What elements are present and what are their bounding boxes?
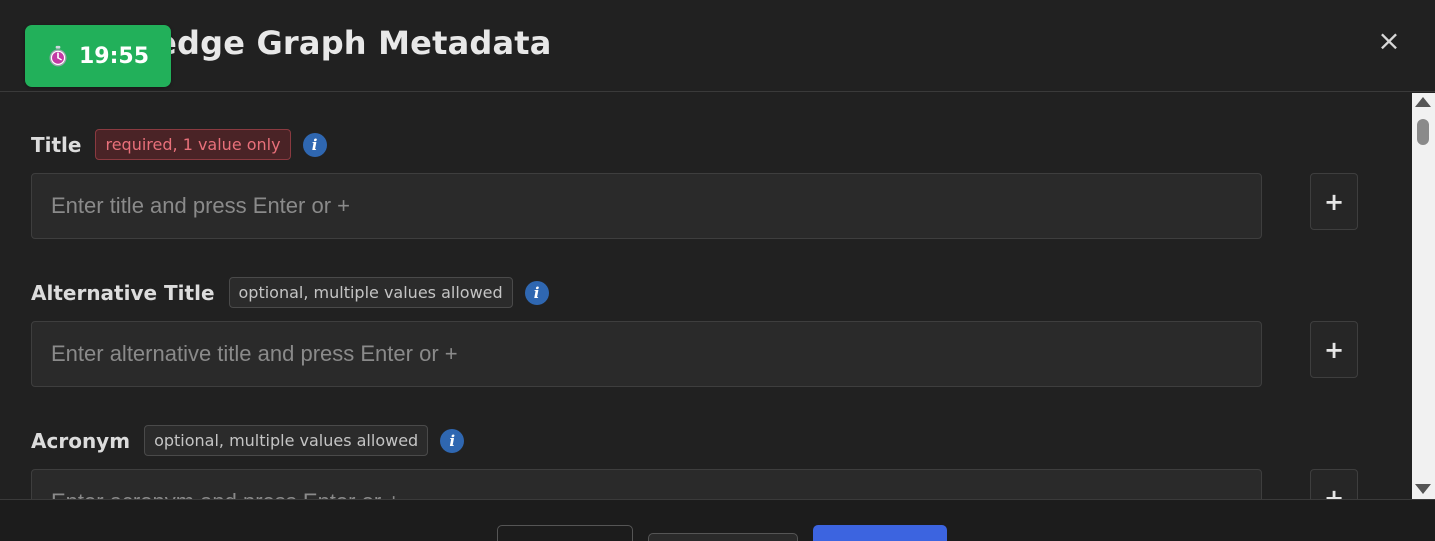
info-icon[interactable]: i: [440, 428, 465, 453]
scroll-up-arrow-icon[interactable]: [1415, 97, 1431, 107]
field-label: Acronym: [31, 428, 131, 453]
add-acronym-button[interactable]: +: [1310, 469, 1358, 499]
required-badge: required, 1 value only: [95, 129, 291, 160]
dialog-header: Knowledge Graph Metadata ×: [0, 0, 1435, 92]
optional-badge: optional, multiple values allowed: [228, 277, 513, 308]
timer-badge: 19:55: [25, 25, 171, 87]
scrollbar[interactable]: [1412, 93, 1435, 499]
acronym-input[interactable]: [31, 469, 1262, 499]
close-icon[interactable]: ×: [1374, 26, 1404, 56]
optional-badge: optional, multiple values allowed: [144, 425, 429, 456]
footer-button-1[interactable]: [497, 525, 633, 541]
info-icon[interactable]: i: [524, 280, 549, 305]
field-label: Alternative Title: [31, 280, 215, 305]
stopwatch-icon: [49, 45, 67, 67]
field-label: Title: [31, 132, 82, 157]
timer-text: 19:55: [78, 43, 150, 69]
scroll-down-arrow-icon[interactable]: [1415, 484, 1431, 494]
footer-primary-button[interactable]: [813, 525, 947, 541]
scroll-thumb[interactable]: [1417, 119, 1429, 145]
add-alternative-title-button[interactable]: +: [1310, 321, 1358, 378]
add-title-button[interactable]: +: [1310, 173, 1358, 230]
info-icon[interactable]: i: [302, 132, 327, 157]
title-input[interactable]: [31, 173, 1262, 239]
alternative-title-input[interactable]: [31, 321, 1262, 387]
footer-button-2[interactable]: [648, 533, 798, 541]
dialog-footer: [0, 499, 1435, 541]
dialog-body: Title required, 1 value only i + Alterna…: [0, 93, 1412, 499]
